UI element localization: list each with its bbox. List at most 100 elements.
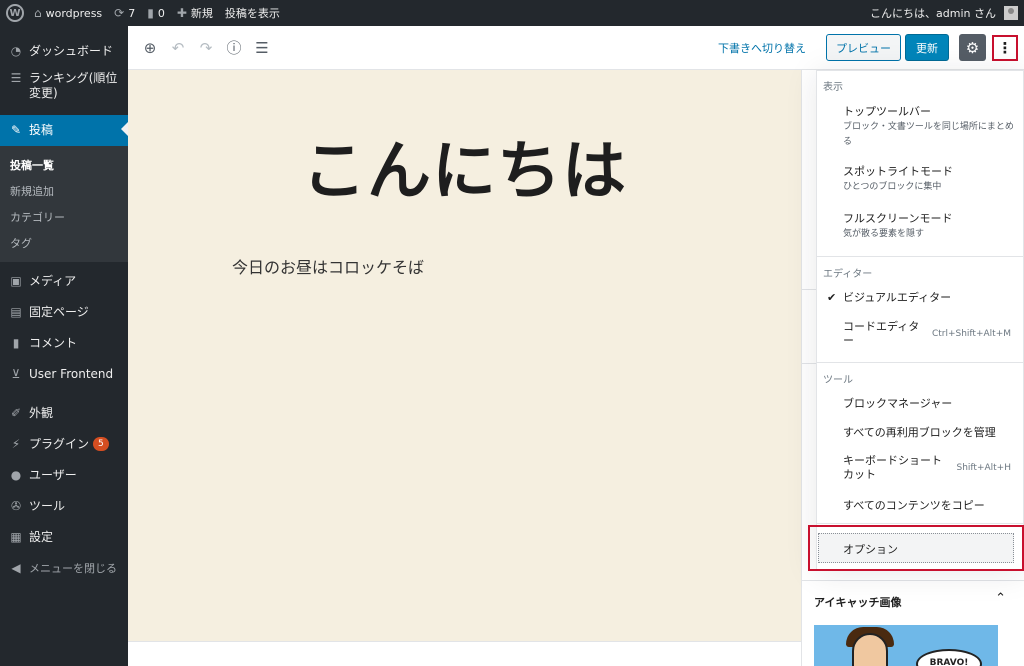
collapse-arrow-icon: ◀ — [11, 561, 21, 575]
plugin-icon: ⚡ — [11, 437, 21, 451]
menu-item-block-manager[interactable]: ブロックマネージャー — [843, 397, 952, 411]
paragraph-block[interactable]: 今日のお昼はコロッケそば — [232, 254, 424, 278]
menu-item-desc: 気が散る要素を隠す — [843, 229, 925, 239]
my-account-link[interactable]: こんにちは、admin さん — [864, 0, 1024, 26]
sidebar-item-tools[interactable]: ✇ ツール — [0, 491, 128, 522]
menu-item-manage-reusable-blocks[interactable]: すべての再利用ブロックを管理 — [843, 426, 996, 440]
sidebar-item-dashboard[interactable]: ◔ ダッシュボード — [0, 36, 128, 67]
view-post-label: 投稿を表示 — [224, 7, 280, 20]
comic-face — [852, 633, 888, 666]
site-name: wordpress — [45, 6, 103, 20]
site-name-link[interactable]: ⌂ wordpress — [28, 0, 108, 26]
group-label-tools: ツール — [823, 375, 853, 386]
sidebar-item-label: メディア — [29, 274, 77, 288]
submenu-all-posts[interactable]: 投稿一覧 — [0, 152, 128, 178]
submenu-tags[interactable]: タグ — [0, 230, 128, 256]
updates-count: 7 — [128, 6, 136, 20]
group-label-view: 表示 — [823, 82, 843, 93]
sidebar-item-label: User Frontend — [29, 367, 114, 381]
collapse-menu-button[interactable]: ◀ メニューを閉じる — [0, 553, 128, 584]
featured-image-title[interactable]: アイキャッチ画像 — [814, 594, 901, 610]
keyboard-shortcuts-shortcut: Shift+Alt+H — [956, 463, 1012, 473]
sidebar-item-label: ユーザー — [29, 468, 77, 482]
admin-sidebar: ◔ ダッシュボード ☰ ランキング(順位変更) ✎ 投稿 投稿一覧 新規追加 カ… — [0, 26, 128, 666]
sidebar-item-posts[interactable]: ✎ 投稿 — [0, 115, 128, 146]
chevron-up-icon[interactable]: ⌃ — [995, 591, 1006, 606]
view-post-link[interactable]: 投稿を表示 — [219, 0, 286, 26]
menu-item-visual-editor[interactable]: ビジュアルエディター — [843, 291, 951, 305]
user-frontend-icon: ⊻ — [11, 367, 21, 381]
editor-footer — [128, 641, 801, 666]
menu-item-options[interactable]: オプション — [818, 533, 1014, 563]
sidebar-item-pages[interactable]: ▤ 固定ページ — [0, 297, 128, 328]
menu-item-spotlight-mode[interactable]: スポットライトモード ひとつのブロックに集中 — [843, 165, 1015, 195]
switch-to-draft-button[interactable]: 下書きへ切り替え — [718, 40, 806, 56]
more-tools-options-icon[interactable]: ⋮ — [992, 34, 1018, 61]
media-icon: ▣ — [10, 274, 22, 288]
sidebar-item-appearance[interactable]: ✐ 外観 — [0, 398, 128, 429]
greeting: こんにちは、admin さん — [870, 7, 996, 20]
menu-item-top-toolbar[interactable]: トップツールバー ブロック・文書ツールを同じ場所にまとめる — [843, 105, 1015, 150]
featured-image[interactable]: BRAVO! — [814, 625, 998, 666]
speech-bubble: BRAVO! — [916, 649, 982, 666]
sidebar-item-comments[interactable]: ▮ コメント — [0, 328, 128, 359]
new-label: 新規 — [190, 7, 213, 20]
home-icon: ⌂ — [34, 6, 42, 20]
menu-item-keyboard-shortcuts[interactable]: キーボードショートカット — [843, 454, 951, 482]
menu-item-label: トップツールバー — [843, 105, 931, 118]
user-icon: ● — [10, 468, 22, 482]
admin-bar: W ⌂ wordpress ⟳ 7 ▮ 0 ✚ 新規 投稿を表示 こんにちは、a… — [0, 0, 1024, 26]
menu-item-desc: ひとつのブロックに集中 — [843, 182, 942, 192]
sidebar-item-user-frontend[interactable]: ⊻ User Frontend — [0, 359, 128, 390]
submenu-categories[interactable]: カテゴリー — [0, 204, 128, 230]
sidebar-item-label: プラグイン — [29, 437, 90, 451]
sidebar-item-label: ランキング(順位変更) — [29, 71, 118, 100]
sidebar-item-label: 投稿 — [29, 123, 54, 137]
menu-item-desc: ブロック・文書ツールを同じ場所にまとめる — [843, 122, 1014, 147]
page-icon: ▤ — [10, 305, 22, 319]
sidebar-item-settings[interactable]: ▦ 設定 — [0, 522, 128, 553]
avatar — [1004, 6, 1018, 20]
redo-icon[interactable]: ↷ — [192, 34, 220, 62]
sidebar-item-ranking[interactable]: ☰ ランキング(順位変更) — [0, 67, 128, 109]
add-block-icon[interactable]: ⊕ — [136, 34, 164, 62]
brush-icon: ✐ — [10, 406, 22, 420]
menu-item-fullscreen-mode[interactable]: フルスクリーンモード 気が散る要素を隠す — [843, 212, 1015, 242]
menu-item-label: スポットライトモード — [843, 165, 953, 178]
editor-canvas: こんにちは 今日のお昼はコロッケそば — [128, 70, 801, 641]
preview-button[interactable]: プレビュー — [826, 34, 901, 61]
info-icon[interactable]: ⓘ — [220, 34, 248, 62]
settings-gear-icon[interactable]: ⚙ — [959, 34, 986, 61]
checkmark-icon: ✔ — [827, 291, 837, 304]
sidebar-item-users[interactable]: ● ユーザー — [0, 460, 128, 491]
new-content-link[interactable]: ✚ 新規 — [171, 0, 219, 26]
menu-item-copy-all-content[interactable]: すべてのコンテンツをコピー — [843, 499, 985, 513]
submenu-add-new[interactable]: 新規追加 — [0, 178, 128, 204]
collapse-label: メニューを閉じる — [29, 562, 117, 575]
block-navigation-icon[interactable]: ☰ — [248, 34, 276, 62]
group-label-editor: エディター — [823, 269, 873, 280]
options-highlight-box: オプション — [808, 525, 1024, 571]
post-title[interactable]: こんにちは — [128, 120, 801, 212]
plugin-update-badge: 5 — [93, 437, 109, 451]
sidebar-item-media[interactable]: ▣ メディア — [0, 266, 128, 297]
sidebar-item-label: 外観 — [29, 406, 54, 420]
more-options-menu: 表示 トップツールバー ブロック・文書ツールを同じ場所にまとめる スポットライト… — [816, 70, 1024, 570]
updates-icon: ⟳ — [114, 6, 125, 20]
sidebar-item-plugins[interactable]: ⚡ プラグイン 5 — [0, 429, 128, 460]
sidebar-item-label: ツール — [29, 499, 66, 513]
wordpress-logo-icon[interactable]: W — [6, 4, 24, 22]
wrench-icon: ✇ — [10, 499, 22, 513]
menu-item-label: オプション — [843, 543, 898, 556]
update-button[interactable]: 更新 — [905, 34, 949, 61]
comment-icon: ▮ — [147, 6, 154, 20]
undo-icon[interactable]: ↶ — [164, 34, 192, 62]
plus-icon: ✚ — [176, 6, 187, 20]
list-icon: ☰ — [10, 71, 22, 85]
menu-item-code-editor[interactable]: コードエディター — [843, 320, 923, 348]
comments-link[interactable]: ▮ 0 — [141, 0, 171, 26]
dashboard-icon: ◔ — [10, 44, 22, 58]
pin-icon: ✎ — [10, 123, 22, 137]
comment-icon: ▮ — [12, 336, 20, 350]
updates-link[interactable]: ⟳ 7 — [108, 0, 141, 26]
